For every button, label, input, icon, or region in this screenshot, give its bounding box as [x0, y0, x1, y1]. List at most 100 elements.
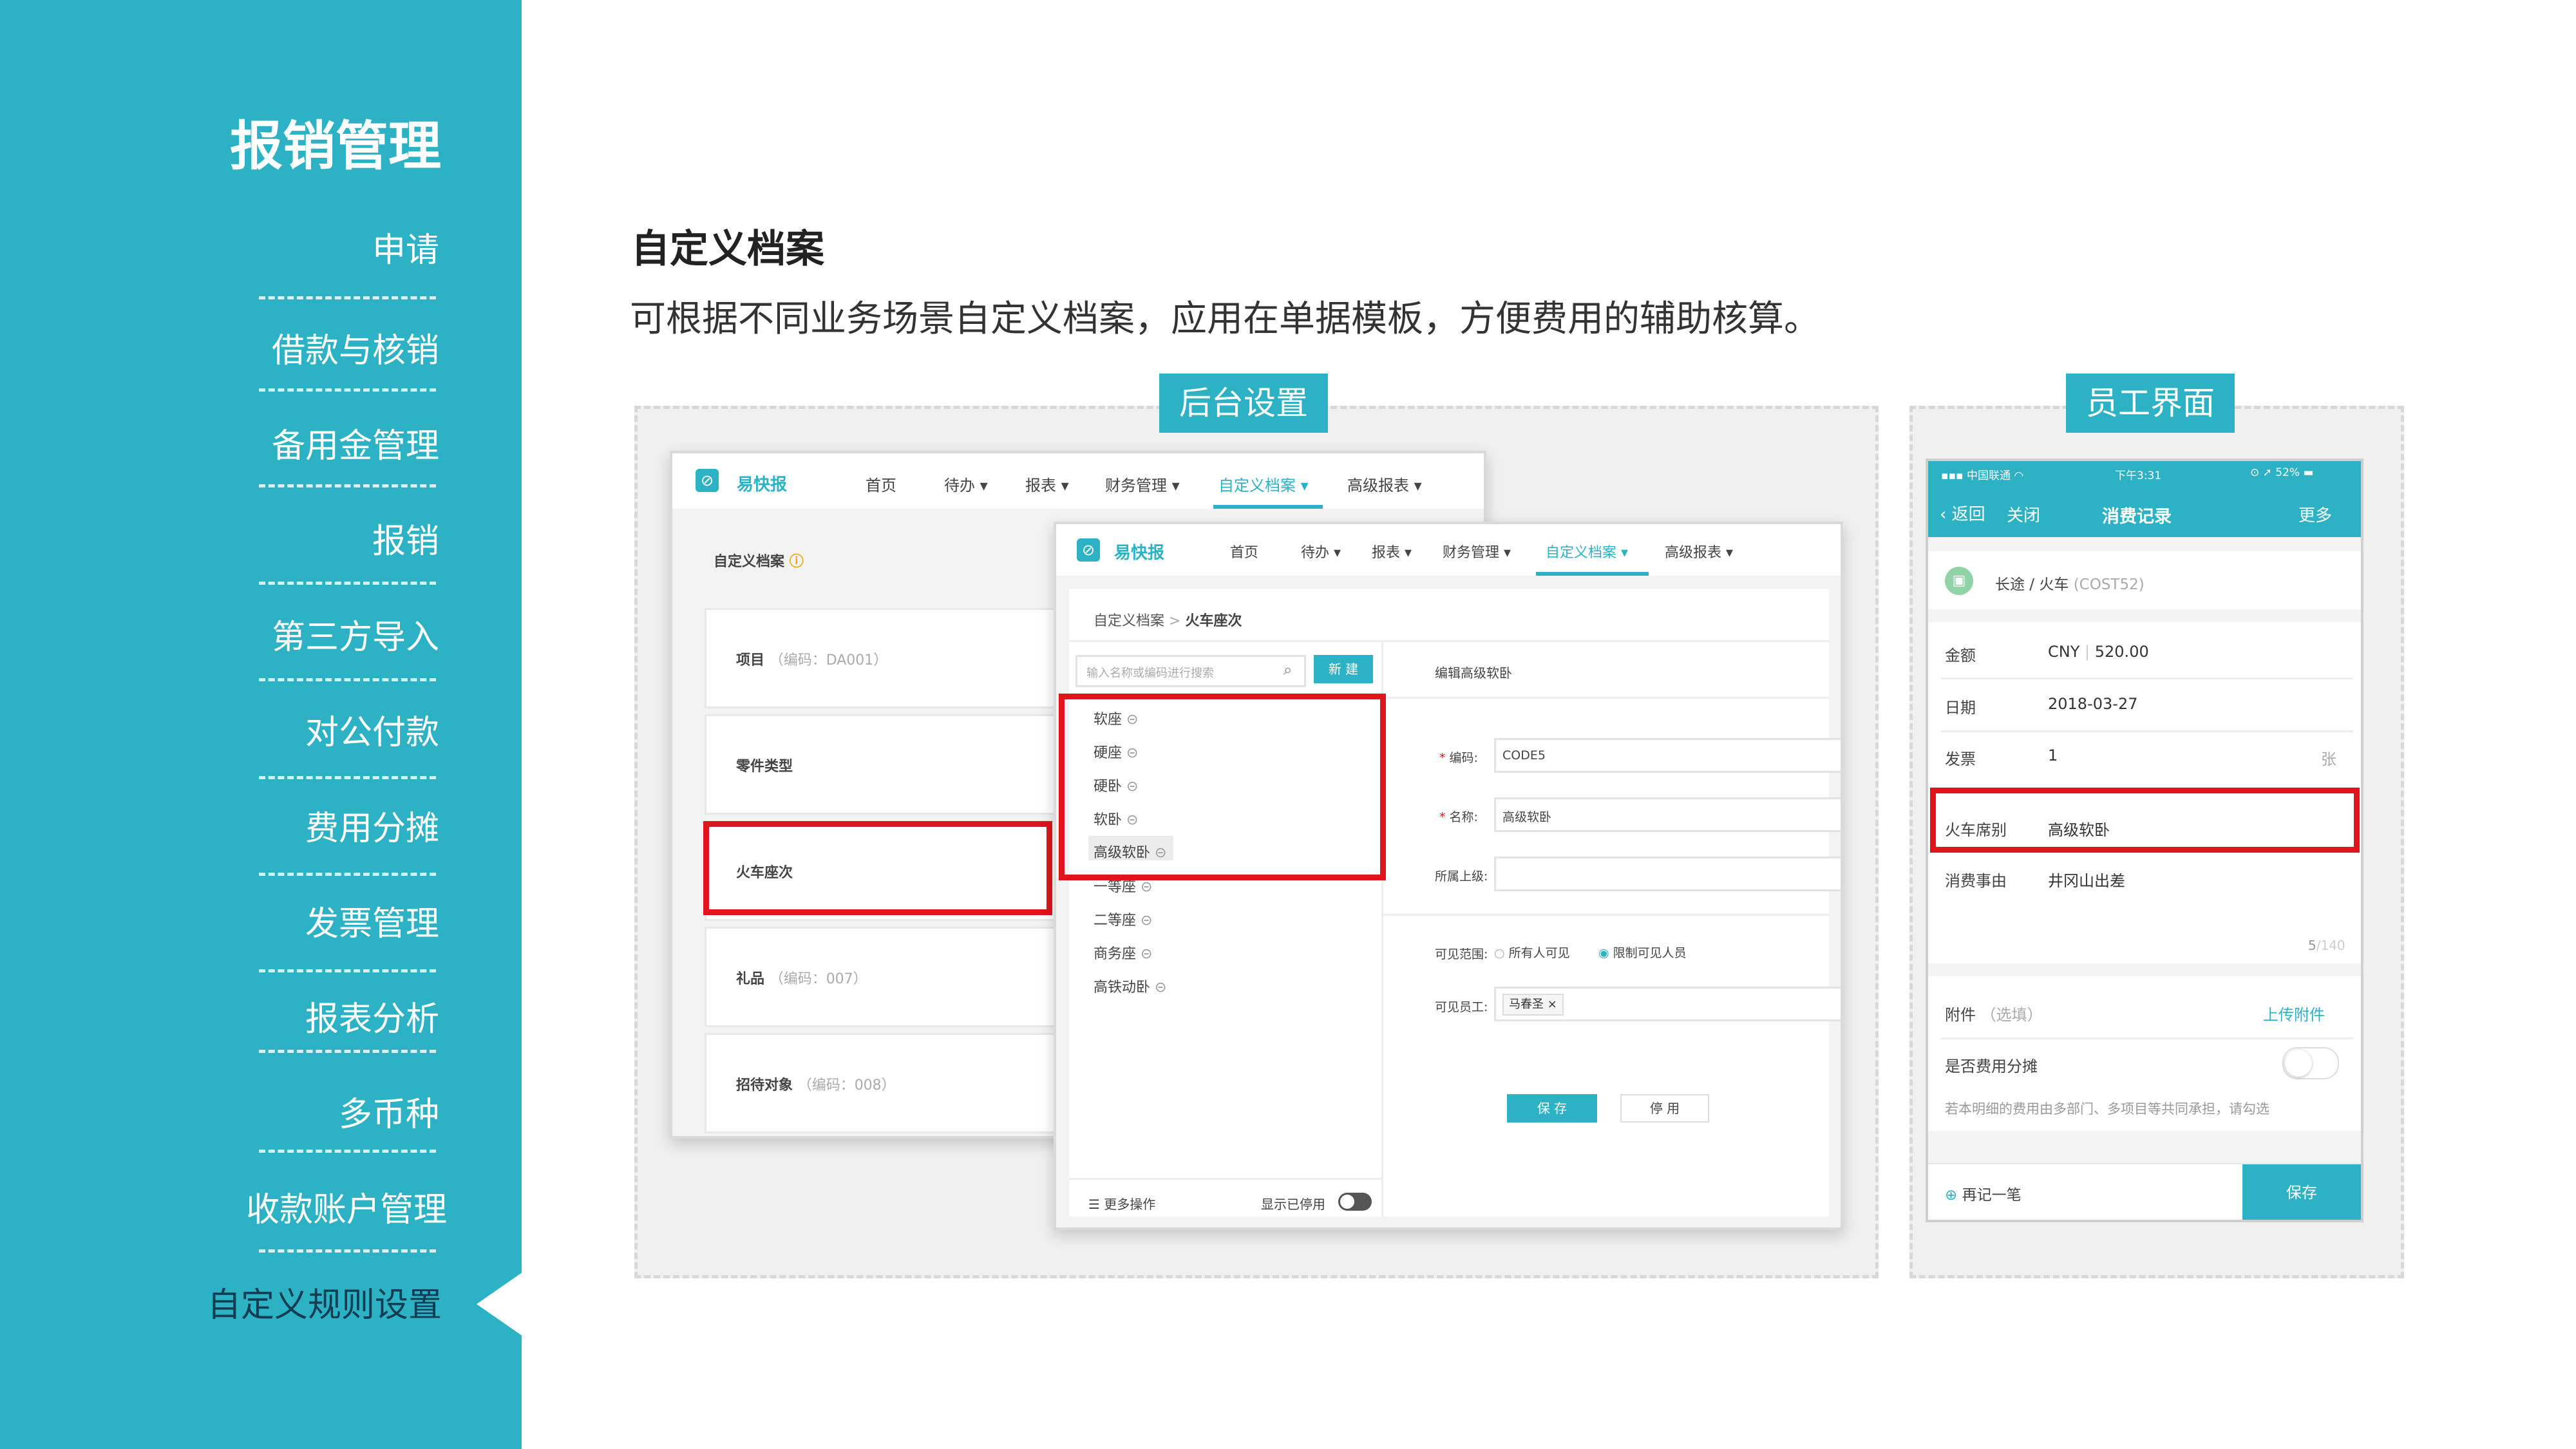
bottom-bar: ⊕ 再记一笔 保存: [1928, 1163, 2361, 1220]
split-hint: 若本明细的费用由多部门、多项目等共同承担，请勾选: [1945, 1101, 2269, 1117]
attach-label: 附件 （选填）: [1945, 1006, 2043, 1024]
sidebar-item-custom-rules[interactable]: 自定义规则设置: [207, 1278, 442, 1326]
sidebar-divider: [259, 388, 436, 392]
list-item[interactable]: 高铁动卧 ⊝: [1094, 976, 1166, 996]
sidebar-item-invoice[interactable]: 发票管理: [246, 896, 439, 945]
list-item[interactable]: 商务座 ⊝: [1094, 942, 1152, 963]
highlight-train-seat-card: [703, 821, 1052, 915]
phone-title: 消费记录: [2102, 507, 2172, 527]
nav-finance[interactable]: 财务管理 ▾: [1105, 473, 1180, 495]
sidebar-item-petty-cash[interactable]: 备用金管理: [246, 419, 439, 467]
edit-title: 编辑高级软卧: [1435, 665, 1512, 681]
divider: [1941, 677, 2353, 679]
invoice-label: 发票: [1945, 750, 1976, 768]
search-input[interactable]: 输入名称或编码进行搜索 ⌕: [1075, 655, 1306, 687]
record-again-button[interactable]: ⊕ 再记一笔: [1945, 1182, 2022, 1204]
archive-heading: 自定义档案 ⓘ: [714, 554, 804, 570]
list-icon: ☰: [1088, 1197, 1100, 1212]
status-time: 下午3:31: [2115, 469, 2162, 482]
sidebar-item-loan[interactable]: 借款与核销: [246, 323, 439, 372]
brand-name: 易快报: [737, 475, 788, 495]
show-disabled-label: 显示已停用: [1261, 1197, 1325, 1212]
sidebar-divider: [259, 1050, 436, 1053]
top-nav: ⊘ 易快报 首页 待办 ▾ 报表 ▾ 财务管理 ▾ 自定义档案 ▾ 高级报表 ▾: [672, 453, 1484, 511]
backend-tag: 后台设置: [1159, 374, 1328, 433]
employee-tag: 员工界面: [2066, 374, 2235, 433]
breadcrumb-root[interactable]: 自定义档案: [1094, 613, 1164, 629]
sidebar-item-cost-split[interactable]: 费用分摊: [246, 801, 439, 849]
divider: [1941, 1037, 2353, 1039]
nav-advanced-report[interactable]: 高级报表 ▾: [1347, 473, 1422, 495]
upload-attachment-link[interactable]: 上传附件: [2263, 1002, 2325, 1025]
category-row[interactable]: ▣ 长途 / 火车 (COST52): [1928, 551, 2361, 609]
divider: [1381, 697, 1829, 699]
char-counter: 5/140: [2308, 938, 2345, 953]
save-button[interactable]: 保 存: [1507, 1094, 1597, 1122]
sidebar-divider: [259, 582, 436, 585]
nav-todo[interactable]: 待办 ▾: [944, 473, 988, 495]
nav-custom-archive[interactable]: 自定义档案 ▾: [1546, 541, 1628, 562]
sidebar-divider: [259, 776, 436, 779]
back-button[interactable]: ‹ 返回: [1940, 501, 1985, 525]
divider: [1941, 730, 2353, 732]
highlight-seat-list: [1059, 694, 1386, 880]
nav-report[interactable]: 报表 ▾: [1372, 541, 1412, 562]
sidebar-item-report[interactable]: 报表分析: [246, 992, 439, 1040]
nav-custom-archive[interactable]: 自定义档案 ▾: [1218, 473, 1309, 495]
nav-home[interactable]: 首页: [1230, 541, 1258, 562]
reason-field[interactable]: 井冈山出差: [2048, 868, 2125, 891]
nav-todo[interactable]: 待办 ▾: [1301, 541, 1341, 562]
divider: [1069, 1178, 1381, 1180]
status-battery: ⊙ ➚ 52% ▬: [2250, 466, 2314, 479]
visible-option-limited[interactable]: ◉ 限制可见人员: [1598, 943, 1687, 961]
staff-tag[interactable]: 马春圣 ×: [1502, 994, 1564, 1016]
code-label: * 编码:: [1439, 751, 1478, 765]
breadcrumb: 自定义档案 > 火车座次: [1094, 613, 1242, 629]
sidebar-item-third-party[interactable]: 第三方导入: [246, 610, 439, 658]
parent-field[interactable]: [1494, 857, 1841, 891]
sidebar-divider: [259, 484, 436, 488]
divider: [1381, 914, 1829, 916]
staff-field[interactable]: 马春圣 ×: [1494, 987, 1841, 1021]
visible-option-all[interactable]: ○ 所有人可见: [1494, 943, 1570, 961]
more-ops[interactable]: ☰ 更多操作: [1088, 1194, 1155, 1213]
split-toggle[interactable]: [2282, 1047, 2339, 1079]
more-button[interactable]: 更多: [2298, 502, 2332, 526]
sidebar-divider: [259, 678, 436, 681]
sidebar-divider: [259, 1150, 436, 1153]
split-label: 是否费用分摊: [1945, 1057, 2038, 1075]
nav-finance[interactable]: 财务管理 ▾: [1443, 541, 1511, 562]
help-icon: ⓘ: [789, 554, 804, 570]
name-field[interactable]: 高级软卧: [1494, 797, 1841, 832]
nav-advanced-report[interactable]: 高级报表 ▾: [1665, 541, 1733, 562]
date-label: 日期: [1945, 699, 1976, 717]
nav-report[interactable]: 报表 ▾: [1025, 473, 1069, 495]
parent-label: 所属上级:: [1435, 869, 1488, 884]
disable-button[interactable]: 停 用: [1620, 1094, 1709, 1122]
sidebar-divider: [259, 873, 436, 876]
staff-label: 可见员工:: [1435, 1000, 1488, 1014]
train-icon: ▣: [1945, 567, 1973, 595]
close-button[interactable]: 关闭: [2007, 502, 2040, 526]
date-field[interactable]: 2018-03-27: [2048, 695, 2137, 713]
sidebar-item-currency[interactable]: 多币种: [246, 1087, 439, 1135]
brand-name: 易快报: [1114, 544, 1165, 563]
show-disabled-toggle[interactable]: [1338, 1193, 1372, 1211]
name-label: * 名称:: [1439, 810, 1478, 824]
category-label: 长途 / 火车 (COST52): [1995, 576, 2145, 593]
sidebar-item-apply[interactable]: 申请: [246, 223, 439, 271]
sidebar-item-reimburse[interactable]: 报销: [246, 514, 439, 562]
phone-save-button[interactable]: 保存: [2242, 1164, 2361, 1220]
code-field[interactable]: CODE5: [1494, 738, 1841, 773]
sidebar-divider: [259, 969, 436, 972]
active-indicator: [477, 1272, 523, 1336]
phone-header: ▪▪▪ 中国联通 ◠ 下午3:31 ⊙ ➚ 52% ▬ ‹ 返回 关闭 消费记录…: [1928, 461, 2361, 537]
amount-field[interactable]: CNY | 520.00: [2048, 643, 2149, 661]
new-button[interactable]: 新 建: [1314, 655, 1373, 683]
invoice-count[interactable]: 1: [2048, 746, 2058, 764]
visible-label: 可见范围:: [1435, 947, 1488, 961]
sidebar-item-accounts[interactable]: 收款账户管理: [246, 1182, 447, 1231]
list-item[interactable]: 二等座 ⊝: [1094, 909, 1152, 929]
sidebar-item-corporate-pay[interactable]: 对公付款: [246, 705, 439, 753]
nav-home[interactable]: 首页: [866, 473, 896, 495]
